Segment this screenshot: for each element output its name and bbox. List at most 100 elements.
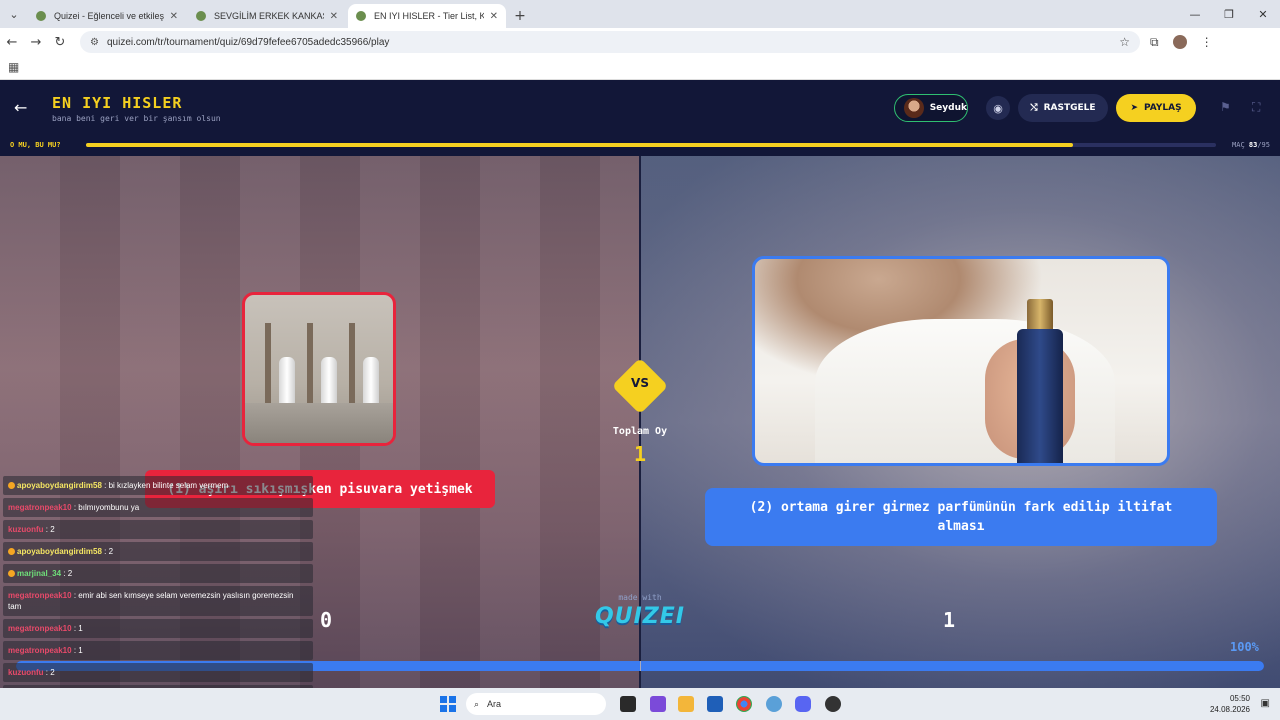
chat-text: : 2 xyxy=(45,668,55,677)
settings-icon[interactable] xyxy=(766,696,782,712)
new-tab-button[interactable]: + xyxy=(508,4,532,28)
site-info-icon[interactable]: ⚙ xyxy=(90,37,99,48)
task-view-icon[interactable] xyxy=(620,696,636,712)
back-arrow-icon[interactable]: ← xyxy=(14,98,27,117)
chat-username: megatronpeak10 xyxy=(8,646,72,655)
bookmark-star-icon[interactable]: ☆ xyxy=(1119,35,1130,49)
chat-text: : 1 xyxy=(73,646,83,655)
chat-text: : 2 xyxy=(104,547,114,556)
progress-row: O MU, BU MU? MAÇ 83/95 xyxy=(0,136,1280,156)
badge-icon xyxy=(8,570,15,578)
chat-message: apoyaboydangirdim58 : bi kızlayken bilin… xyxy=(3,476,313,495)
floor xyxy=(245,403,393,443)
perfume-bottle xyxy=(1017,329,1063,463)
total-votes-label: Toplam Oy xyxy=(612,426,668,437)
app-icon[interactable] xyxy=(825,696,841,712)
minimize-icon[interactable]: — xyxy=(1178,0,1212,28)
taskbar-search[interactable]: ⌕ Ara xyxy=(466,693,606,715)
tab-title: EN IYI HISLER - Tier List, Kör Sı xyxy=(374,11,484,21)
vote-bar-midline xyxy=(640,661,641,671)
clock-date: 24.08.2026 xyxy=(1209,705,1250,714)
user-chip[interactable]: Seyduk xyxy=(894,94,968,122)
window-controls: — ❐ ✕ xyxy=(1178,0,1280,28)
chat-username: marjinal_34 xyxy=(17,569,62,578)
chat-username: megatronpeak10 xyxy=(8,591,72,600)
address-bar: ← → ↻ ⚙ quizei.com/tr/tournament/quiz/69… xyxy=(0,28,1280,56)
random-label: RASTGELE xyxy=(1043,103,1096,113)
back-icon[interactable]: ← xyxy=(0,35,24,50)
close-tab-icon[interactable]: ✕ xyxy=(170,11,178,22)
option2-label[interactable]: (2) ortama girer girmez parfümünün fark … xyxy=(705,488,1217,546)
forward-icon[interactable]: → xyxy=(24,35,48,50)
chat-message: megatronpeak10 : emir abi sen kımseye se… xyxy=(3,586,313,616)
notification-icon[interactable]: ▣ xyxy=(1261,698,1270,709)
bookmarks-bar: ▦ xyxy=(0,56,1280,80)
badge-icon xyxy=(8,548,15,556)
chat-overlay: apoyaboydangirdim58 : bi kızlayken bilin… xyxy=(3,476,313,720)
profile-avatar[interactable] xyxy=(1172,35,1187,49)
restore-icon[interactable]: ❐ xyxy=(1212,0,1246,28)
quiz-title: EN IYI HISLER xyxy=(52,94,183,112)
windows-taskbar: ⌕ Ara 05:50 24.08.2026 ▣ xyxy=(0,688,1280,720)
file-explorer-icon[interactable] xyxy=(678,696,694,712)
random-icon: ⤭ xyxy=(1030,103,1038,113)
favicon-icon xyxy=(356,11,366,21)
badge-icon xyxy=(8,482,15,490)
taskbar-clock[interactable]: 05:50 24.08.2026 xyxy=(1210,693,1250,715)
teams-icon[interactable] xyxy=(650,696,666,712)
apps-grid-icon[interactable]: ▦ xyxy=(8,60,19,74)
made-with-text: made with xyxy=(618,593,662,602)
flag-icon[interactable]: ⚑ xyxy=(1220,100,1231,114)
random-button[interactable]: ⤭ RASTGELE xyxy=(1018,94,1108,122)
favicon-icon xyxy=(196,11,206,21)
extensions-icon[interactable]: ⧉ xyxy=(1150,35,1159,50)
close-window-icon[interactable]: ✕ xyxy=(1246,0,1280,28)
chrome-icon[interactable] xyxy=(736,696,752,712)
reload-icon[interactable]: ↻ xyxy=(48,35,72,50)
url-field[interactable]: ⚙ quizei.com/tr/tournament/quiz/69d79fef… xyxy=(80,31,1140,53)
progress-label: O MU, BU MU? xyxy=(10,141,61,149)
close-tab-icon[interactable]: ✕ xyxy=(490,11,498,22)
tab-search-icon[interactable]: ⌄ xyxy=(0,0,28,28)
eye-icon[interactable]: ◉ xyxy=(986,96,1010,120)
app-header: ← EN IYI HISLER bana beni geri ver bir ş… xyxy=(0,80,1280,136)
option1-score: 0 xyxy=(320,608,333,632)
chat-username: megatronpeak10 xyxy=(8,503,72,512)
store-icon[interactable] xyxy=(707,696,723,712)
discord-icon[interactable] xyxy=(795,696,811,712)
chat-username: kuzuonfu xyxy=(8,668,44,677)
quizei-logo: QUIZEI xyxy=(595,604,685,629)
share-label: PAYLAŞ xyxy=(1143,103,1182,113)
send-icon: ➤ xyxy=(1130,103,1138,113)
match-total: /95 xyxy=(1257,141,1270,149)
option1-image[interactable] xyxy=(242,292,396,446)
search-icon: ⌕ xyxy=(474,698,480,709)
windows-start-icon[interactable] xyxy=(440,696,456,712)
chat-text: : 2 xyxy=(63,569,73,578)
chat-text: : bılmıyombunu ya xyxy=(73,503,140,512)
chat-message: megatronpeak10 : 1 xyxy=(3,641,313,660)
match-label: MAÇ xyxy=(1232,141,1245,149)
chat-text: : bi kızlayken bilinte selam vermem xyxy=(104,481,229,490)
option2-score: 1 xyxy=(943,608,956,632)
user-name: Seyduk xyxy=(929,103,967,113)
share-button[interactable]: ➤ PAYLAŞ xyxy=(1116,94,1196,122)
chat-text: : 2 xyxy=(45,525,55,534)
chat-message: marjinal_34 : 2 xyxy=(3,564,313,583)
tab-title: SEVGİLİM ERKEK KANKASI İLE N xyxy=(214,11,324,21)
browser-tab[interactable]: SEVGİLİM ERKEK KANKASI İLE N ✕ xyxy=(188,4,346,28)
option2-image[interactable] xyxy=(752,256,1170,466)
chat-username: apoyaboydangirdim58 xyxy=(17,481,102,490)
browser-tab-active[interactable]: EN IYI HISLER - Tier List, Kör Sı ✕ xyxy=(348,4,506,28)
browser-tab[interactable]: Quizei - Eğlenceli ve etkileşimli ✕ xyxy=(28,4,186,28)
chat-username: apoyaboydangirdim58 xyxy=(17,547,102,556)
menu-icon[interactable]: ⋮ xyxy=(1201,35,1213,49)
clock-time: 05:50 xyxy=(1229,694,1250,703)
close-tab-icon[interactable]: ✕ xyxy=(330,11,338,22)
total-votes-value: 1 xyxy=(633,442,647,466)
chat-message: megatronpeak10 : 1 xyxy=(3,619,313,638)
fullscreen-icon[interactable]: ⛶ xyxy=(1252,100,1260,115)
progress-fill xyxy=(86,143,1074,147)
chat-message: kuzuonfu : 2 xyxy=(3,520,313,539)
browser-tab-bar: ⌄ Quizei - Eğlenceli ve etkileşimli ✕ SE… xyxy=(0,0,1280,28)
